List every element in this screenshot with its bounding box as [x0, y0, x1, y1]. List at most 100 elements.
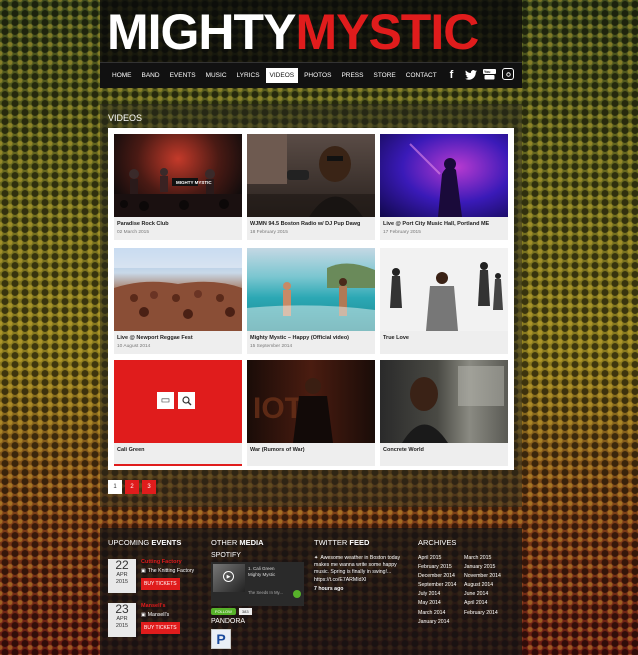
video-card[interactable]: MIGHTY MYSTIC Paradise Rock Club 02 Marc…	[114, 134, 242, 240]
svg-text:You: You	[484, 70, 490, 74]
nav-item-lyrics[interactable]: LYRICS	[233, 68, 264, 83]
video-card[interactable]: ▭ Cali Green	[114, 360, 242, 466]
nav-item-videos[interactable]: VIDEOS	[265, 68, 299, 83]
building-icon: ▣	[141, 612, 146, 618]
event-venue: ▣ The Knitting Factory	[141, 568, 195, 574]
archive-link[interactable]: February 2015	[418, 564, 464, 570]
page-2-button[interactable]: 2	[125, 480, 139, 494]
video-title: Cali Green	[117, 447, 145, 453]
archives-column: ARCHIVES April 2015 March 2015 February …	[418, 538, 518, 625]
page-3-button[interactable]: 3	[142, 480, 156, 494]
page-1-button[interactable]: 1	[108, 480, 122, 494]
twitter-heading: TWITTER FEED	[314, 538, 370, 547]
media-heading: OTHER MEDIA	[211, 538, 264, 547]
nav-item-press[interactable]: PRESS	[337, 68, 367, 83]
nav-item-music[interactable]: MUSIC	[202, 68, 231, 83]
hover-actions: ▭	[157, 392, 195, 409]
archives-list: April 2015 March 2015 February 2015 Janu…	[418, 555, 518, 625]
event-date: 23 APR 2015	[108, 603, 136, 637]
archive-link[interactable]: February 2014	[464, 610, 510, 616]
event-name[interactable]: Mansell's	[141, 603, 166, 609]
archive-link[interactable]: September 2014	[418, 582, 464, 588]
play-icon[interactable]: ▶	[223, 571, 234, 582]
nav-item-events[interactable]: EVENTS	[166, 68, 200, 83]
video-thumbnail[interactable]: MIGHTY MYSTIC	[114, 134, 242, 217]
site-logo[interactable]: MIGHTYMYSTIC	[107, 7, 479, 57]
video-thumbnail[interactable]	[247, 134, 375, 217]
archive-link[interactable]: July 2014	[418, 591, 464, 597]
buy-tickets-button[interactable]: BUY TICKETS	[141, 622, 180, 634]
video-thumbnail[interactable]	[380, 134, 508, 217]
video-card[interactable]: Mighty Mystic – Happy (Official video) 1…	[247, 248, 375, 354]
events-heading: UPCOMING EVENTS	[108, 538, 182, 547]
video-title: Mighty Mystic – Happy (Official video)	[250, 335, 350, 341]
archives-heading: ARCHIVES	[418, 538, 457, 547]
video-title: True Love	[383, 335, 409, 341]
spotify-icon	[293, 590, 301, 598]
spotify-player[interactable]: ▶ 1. Cali Green Mighty Mystic The Seeds …	[211, 562, 304, 606]
instagram-icon[interactable]	[502, 68, 514, 80]
archive-link[interactable]: April 2015	[418, 555, 464, 561]
archive-link[interactable]: August 2014	[464, 582, 510, 588]
archive-link[interactable]: March 2014	[418, 610, 464, 616]
archive-link[interactable]: January 2014	[418, 619, 464, 625]
buy-tickets-button[interactable]: BUY TICKETS	[141, 578, 180, 590]
follower-count: 383	[238, 608, 252, 615]
nav-item-contact[interactable]: CONTACT	[402, 68, 441, 83]
nav-item-home[interactable]: HOME	[108, 68, 136, 83]
facebook-icon[interactable]: f	[445, 68, 458, 81]
archive-link[interactable]: May 2014	[418, 600, 464, 606]
video-title: Live @ Newport Reggae Fest	[117, 335, 193, 341]
video-card[interactable]: Live @ Newport Reggae Fest 10 August 201…	[114, 248, 242, 354]
twitter-icon[interactable]	[464, 68, 477, 81]
video-date: 17 February 2015	[383, 230, 421, 235]
spotify-label: SPOTIFY	[211, 552, 241, 559]
archive-link[interactable]: January 2015	[464, 564, 510, 570]
spotify-next-track[interactable]: The Seeds In My...	[248, 590, 283, 595]
event-venue: ▣ Mansell's	[141, 612, 170, 618]
video-thumbnail[interactable]: IOTA	[247, 360, 375, 443]
archive-link[interactable]: March 2015	[464, 555, 510, 561]
video-card[interactable]: True Love	[380, 248, 508, 354]
pandora-icon[interactable]: P	[211, 629, 231, 649]
video-card[interactable]: WJMN 94.5 Boston Radio w/ DJ Pup Dawg 18…	[247, 134, 375, 240]
video-title: Live @ Port City Music Hall, Portland ME	[383, 221, 490, 227]
building-icon: ▣	[141, 568, 146, 574]
social-links: f You	[445, 68, 514, 81]
nav-item-band[interactable]: BAND	[138, 68, 164, 83]
nav-item-photos[interactable]: PHOTOS	[300, 68, 335, 83]
video-thumbnail[interactable]	[380, 248, 508, 331]
spotify-follow: FOLLOW 383	[211, 608, 309, 615]
video-thumbnail[interactable]: ▭	[114, 360, 242, 443]
archive-link[interactable]: April 2014	[464, 600, 510, 606]
pagination: 1 2 3	[108, 480, 156, 494]
video-card[interactable]: Concrete World	[380, 360, 508, 466]
archive-link[interactable]: November 2014	[464, 573, 510, 579]
events-column: UPCOMING EVENTS 22 APR 2015 Cutting Fact…	[108, 538, 206, 641]
tweet-text[interactable]: Awesome weather in Boston today makes me…	[314, 555, 400, 583]
follow-button[interactable]: FOLLOW	[211, 608, 236, 615]
archive-link[interactable]: June 2014	[464, 591, 510, 597]
folder-icon[interactable]: ▭	[157, 392, 174, 409]
pandora-label: PANDORA	[211, 618, 246, 625]
event-name[interactable]: Cutting Factory	[141, 559, 182, 565]
video-title: War (Rumors of War)	[250, 447, 305, 453]
video-card[interactable]: IOTA War (Rumors of War)	[247, 360, 375, 466]
video-date: 15 September 2014	[250, 344, 293, 349]
video-thumbnail[interactable]	[380, 360, 508, 443]
video-title: WJMN 94.5 Boston Radio w/ DJ Pup Dawg	[250, 221, 361, 227]
video-thumbnail[interactable]	[114, 248, 242, 331]
archive-link[interactable]: December 2014	[418, 573, 464, 579]
zoom-icon[interactable]	[178, 392, 195, 409]
event-date: 22 APR 2015	[108, 559, 136, 593]
youtube-icon[interactable]: You	[483, 68, 496, 81]
video-thumbnail[interactable]	[247, 248, 375, 331]
event-item: 22 APR 2015 Cutting Factory ▣ The Knittin…	[108, 559, 206, 597]
video-card[interactable]: Live @ Port City Music Hall, Portland ME…	[380, 134, 508, 240]
video-date	[380, 342, 508, 344]
main-nav: HOME BAND EVENTS MUSIC LYRICS VIDEOS PHO…	[100, 62, 522, 88]
header: MIGHTYMYSTIC	[100, 0, 522, 62]
video-title: Concrete World	[383, 447, 424, 453]
page-wrapper: MIGHTYMYSTIC HOME BAND EVENTS MUSIC LYRI…	[100, 0, 522, 655]
nav-item-store[interactable]: STORE	[369, 68, 399, 83]
